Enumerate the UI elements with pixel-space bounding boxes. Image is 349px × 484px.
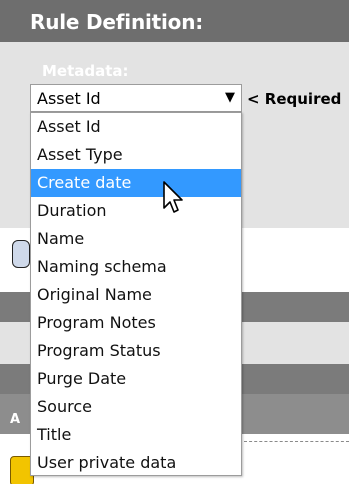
mouse-pointer-icon: [163, 181, 183, 213]
rule-definition-screen: Rule Definition: Metadata: Asset Id ▼ < …: [0, 0, 349, 484]
dropdown-option[interactable]: User private data: [31, 449, 241, 477]
triangle-down-icon[interactable]: ▼: [225, 90, 235, 105]
dropdown-option[interactable]: Source: [31, 393, 241, 421]
dropdown-option[interactable]: Title: [31, 421, 241, 449]
button-icon[interactable]: [12, 240, 30, 268]
dropdown-option[interactable]: Program Status: [31, 337, 241, 365]
divider: [244, 441, 349, 442]
required-note: < Required: [247, 90, 342, 108]
dropdown-option[interactable]: Name: [31, 225, 241, 253]
dropdown-option[interactable]: Original Name: [31, 281, 241, 309]
dropdown-option[interactable]: Duration: [31, 197, 241, 225]
dropdown-option[interactable]: Naming schema: [31, 253, 241, 281]
dropdown-option[interactable]: Program Notes: [31, 309, 241, 337]
metadata-select[interactable]: Asset Id ▼: [30, 84, 242, 112]
section-header: Rule Definition:: [0, 0, 349, 42]
section-title: Rule Definition:: [30, 10, 204, 34]
dropdown-option[interactable]: Asset Id: [31, 113, 241, 141]
dropdown-option[interactable]: Asset Type: [31, 141, 241, 169]
metadata-select-value: Asset Id: [37, 89, 101, 108]
metadata-label: Metadata:: [42, 62, 129, 80]
partial-label: A: [10, 412, 21, 427]
metadata-dropdown-list[interactable]: Asset Id Asset Type Create date Duration…: [30, 112, 242, 476]
dropdown-option-highlighted[interactable]: Create date: [31, 169, 241, 197]
dropdown-option[interactable]: Purge Date: [31, 365, 241, 393]
